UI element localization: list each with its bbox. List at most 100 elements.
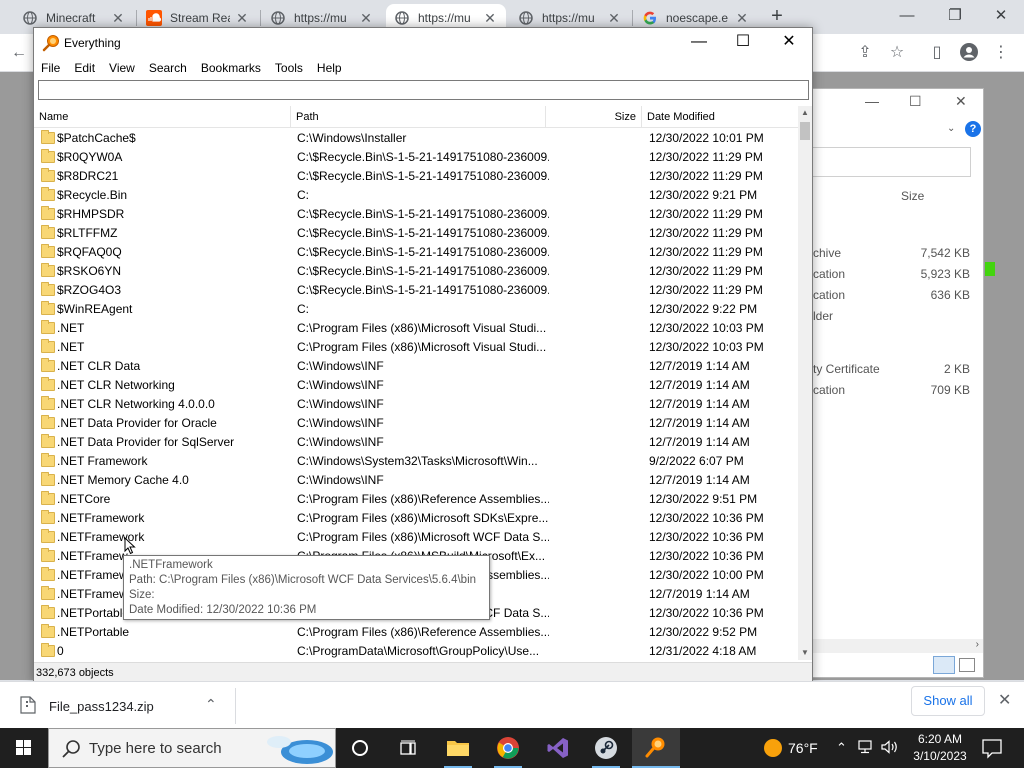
side-panel-icon[interactable]: ▯ (926, 42, 948, 64)
bookmark-star-icon[interactable]: ☆ (886, 42, 908, 64)
chevron-up-icon[interactable]: ⌃ (205, 696, 217, 713)
table-row[interactable]: $PatchCache$ C:\Windows\Installer 12/30/20… (34, 129, 798, 148)
name-column-header[interactable]: Name (34, 106, 291, 128)
visual-studio-icon[interactable] (534, 728, 582, 768)
search-box[interactable] (813, 147, 971, 177)
everything-logo-icon (42, 35, 59, 52)
table-row[interactable]: .NETCore C:\Program Files (x86)\Reference… (34, 490, 798, 509)
download-item[interactable]: File_pass1234.zip ⌃ (12, 688, 236, 724)
everything-taskbar-icon[interactable] (632, 728, 680, 768)
list-item[interactable]: ty Certificate 2 KB (813, 362, 978, 380)
chevron-up-icon[interactable]: ⌃ (836, 740, 847, 756)
list-item[interactable]: cation 5,923 KB (813, 267, 978, 285)
table-row[interactable]: .NET Data Provider for SqlServer C:\Windo… (34, 433, 798, 452)
list-item[interactable]: cation 636 KB (813, 288, 978, 306)
table-row[interactable]: 0 C:\ProgramData\Microsoft\GroupPolicy\Us… (34, 642, 798, 660)
profile-avatar-icon[interactable] (958, 42, 980, 64)
scroll-down-icon[interactable]: ▼ (798, 646, 812, 660)
table-row[interactable]: $RLTFFMZ C:\$Recycle.Bin\S-1-5-21-1491751… (34, 224, 798, 243)
table-row[interactable]: $RQFAQ0Q C:\$Recycle.Bin\S-1-5-21-1491751… (34, 243, 798, 262)
table-row[interactable]: $RZOG4O3 C:\$Recycle.Bin\S-1-5-21-1491751… (34, 281, 798, 300)
table-row[interactable]: $R8DRC21 C:\$Recycle.Bin\S-1-5-21-1491751… (34, 167, 798, 186)
row-path: C:\$Recycle.Bin\S-1-5-21-1491751080-2360… (297, 283, 549, 297)
table-row[interactable]: .NET Data Provider for Oracle C:\Windows\… (34, 414, 798, 433)
close-icon[interactable]: ✕ (998, 690, 1011, 710)
search-input[interactable] (38, 80, 809, 100)
table-row[interactable]: $Recycle.Bin C: 12/30/2022 9:21 PM (34, 186, 798, 205)
size-column-header[interactable]: Size (901, 189, 924, 203)
table-row[interactable]: .NETFramework C:\Program Files (x86)\Micr… (34, 509, 798, 528)
tab-close-icon[interactable]: ✕ (606, 10, 622, 27)
table-row[interactable]: $WinREAgent C: 12/30/2022 9:22 PM (34, 300, 798, 319)
network-icon[interactable] (857, 739, 873, 757)
minimize-button[interactable]: — (676, 32, 722, 54)
browser-restore-button[interactable]: ❐ (932, 4, 978, 30)
table-row[interactable]: $RHMPSDR C:\$Recycle.Bin\S-1-5-21-1491751… (34, 205, 798, 224)
menu-search[interactable]: Search (142, 58, 194, 78)
scroll-up-icon[interactable]: ▲ (798, 106, 812, 120)
vertical-scrollbar[interactable]: ▲ ▼ (798, 106, 812, 660)
table-row[interactable]: .NET Memory Cache 4.0 C:\Windows\INF 12/7/… (34, 471, 798, 490)
menu-tools[interactable]: Tools (268, 58, 310, 78)
maximize-icon[interactable]: ☐ (909, 93, 922, 110)
horizontal-scrollbar[interactable]: › (813, 639, 983, 653)
table-row[interactable]: .NET CLR Data C:\Windows\INF 12/7/2019 1:1… (34, 357, 798, 376)
browser-close-button[interactable]: ✕ (978, 4, 1024, 30)
table-row[interactable]: .NET C:\Program Files (x86)\Microsoft Vis… (34, 319, 798, 338)
cortana-icon[interactable] (336, 728, 384, 768)
path-column-header[interactable]: Path (291, 106, 546, 128)
list-item[interactable]: cation 709 KB (813, 383, 978, 401)
tab-close-icon[interactable]: ✕ (734, 10, 750, 27)
more-menu-icon[interactable]: ⋮ (990, 42, 1012, 64)
tab-close-icon[interactable]: ✕ (358, 10, 374, 27)
list-item[interactable]: lder (813, 309, 978, 327)
start-button[interactable] (0, 728, 48, 768)
task-view-icon[interactable] (384, 728, 432, 768)
file-explorer-icon[interactable] (434, 728, 482, 768)
table-row[interactable]: .NET CLR Networking 4.0.0.0 C:\Windows\IN… (34, 395, 798, 414)
share-icon[interactable]: ⇪ (854, 42, 876, 64)
table-row[interactable]: $R0QYW0A C:\$Recycle.Bin\S-1-5-21-1491751… (34, 148, 798, 167)
row-date: 12/7/2019 1:14 AM (649, 416, 750, 430)
large-icons-view-icon[interactable] (959, 658, 975, 672)
close-icon[interactable]: ✕ (955, 93, 967, 110)
table-row[interactable]: .NETPortable C:\Program Files (x86)\Refer… (34, 623, 798, 642)
notification-center-icon[interactable] (980, 736, 1004, 760)
table-row[interactable]: .NET CLR Networking C:\Windows\INF 12/7/20… (34, 376, 798, 395)
volume-icon[interactable] (881, 739, 899, 757)
menu-view[interactable]: View (102, 58, 142, 78)
chevron-down-icon[interactable]: ⌄ (947, 123, 955, 134)
date-column-header[interactable]: Date Modified (642, 106, 798, 128)
scroll-thumb[interactable] (800, 122, 810, 140)
row-path: C:\$Recycle.Bin\S-1-5-21-1491751080-2360… (297, 150, 549, 164)
tab-close-icon[interactable]: ✕ (482, 10, 498, 27)
tab-close-icon[interactable]: ✕ (234, 10, 250, 27)
details-view-icon[interactable] (933, 656, 955, 674)
taskbar-search-input[interactable]: Type here to search (48, 728, 336, 768)
table-row[interactable]: .NETFramework C:\Program Files (x86)\Micr… (34, 528, 798, 547)
menu-edit[interactable]: Edit (67, 58, 102, 78)
tab-close-icon[interactable]: ✕ (110, 10, 126, 27)
new-tab-button[interactable]: + (766, 6, 788, 28)
minimize-icon[interactable]: — (865, 93, 879, 109)
system-clock[interactable]: 6:20 AM 3/10/2023 (908, 731, 972, 765)
menu-file[interactable]: File (34, 58, 67, 78)
maximize-button[interactable]: ☐ (720, 32, 766, 54)
close-button[interactable]: ✕ (766, 32, 812, 54)
help-icon[interactable]: ? (965, 121, 981, 137)
folder-icon (41, 358, 55, 372)
table-row[interactable]: .NET Framework C:\Windows\System32\Tasks\… (34, 452, 798, 471)
menu-bookmarks[interactable]: Bookmarks (194, 58, 268, 78)
show-all-button[interactable]: Show all (911, 686, 985, 716)
browser-minimize-button[interactable]: — (884, 4, 930, 30)
back-arrow-icon[interactable]: ← (8, 42, 30, 64)
chrome-icon[interactable] (484, 728, 532, 768)
table-row[interactable]: $RSKO6YN C:\$Recycle.Bin\S-1-5-21-1491751… (34, 262, 798, 281)
weather-widget[interactable]: 76°F (764, 728, 818, 768)
menu-help[interactable]: Help (310, 58, 349, 78)
table-row[interactable]: .NET C:\Program Files (x86)\Microsoft Vis… (34, 338, 798, 357)
size-column-header[interactable]: Size (546, 106, 642, 128)
title-bar[interactable]: Everything — ☐ ✕ (34, 28, 812, 58)
list-item[interactable]: chive 7,542 KB (813, 246, 978, 264)
steam-icon[interactable] (582, 728, 630, 768)
